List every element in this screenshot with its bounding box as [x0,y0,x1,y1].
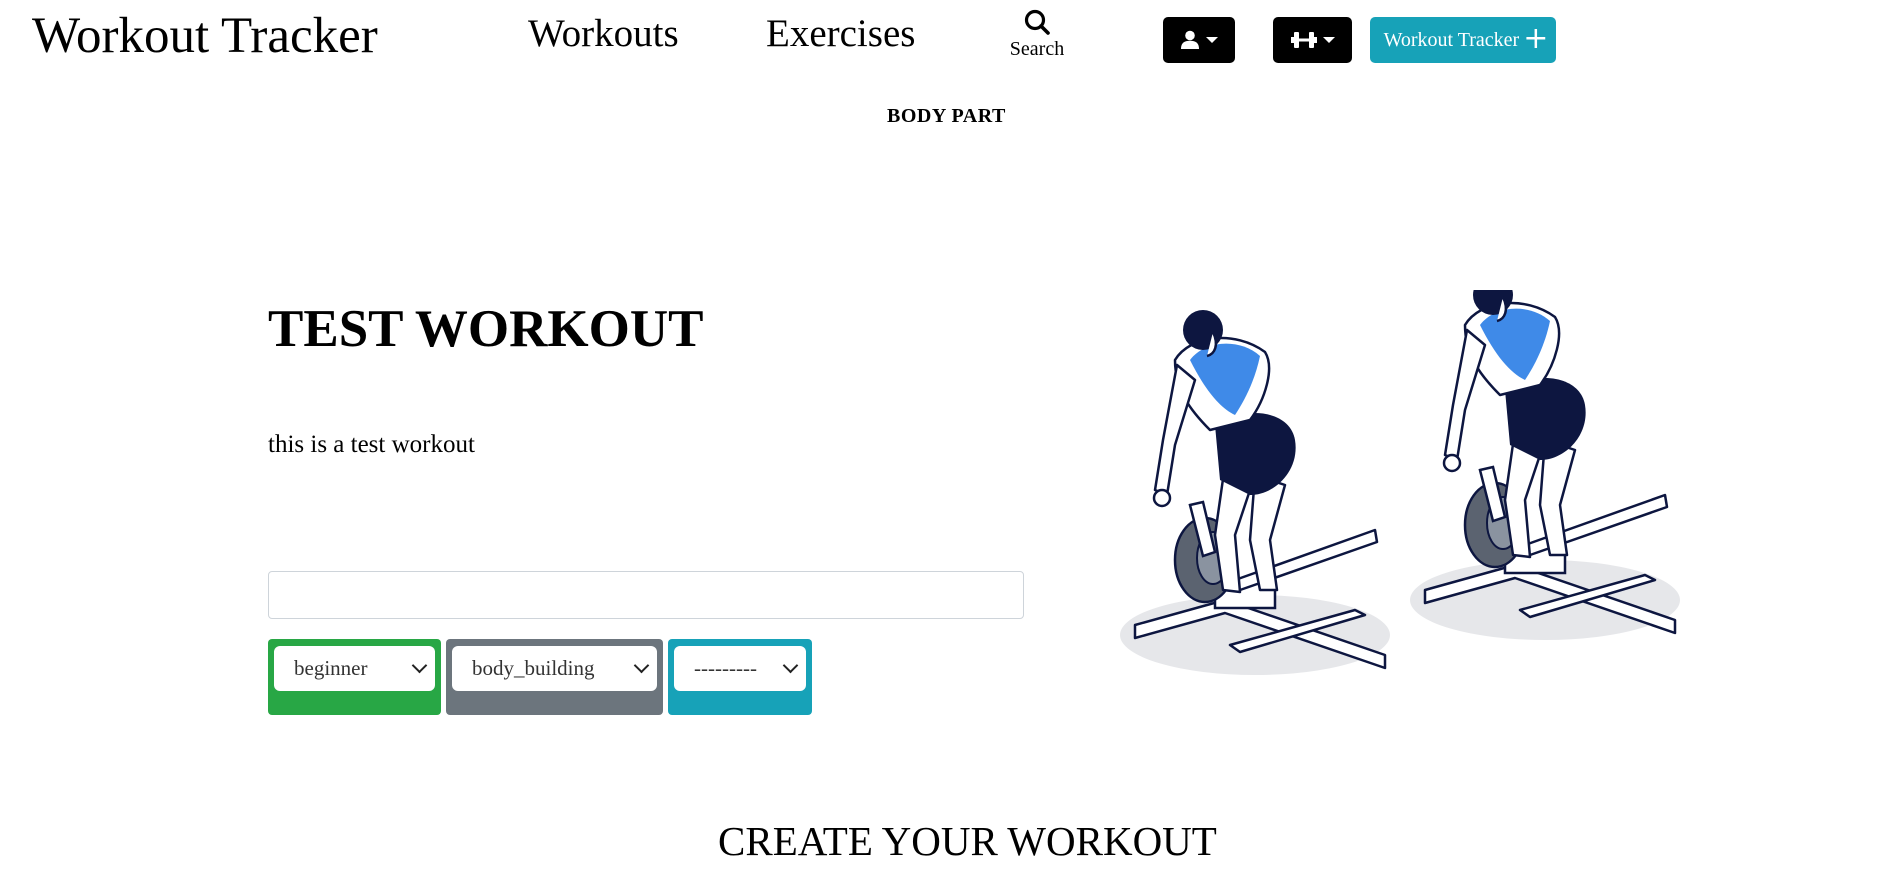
chevron-down-icon [633,657,650,674]
difficulty-select[interactable]: beginner [274,646,435,691]
difficulty-select-wrapper: beginner [268,639,441,715]
nav-link-workouts[interactable]: Workouts [528,10,679,58]
workout-name-input[interactable] [268,571,1024,619]
chevron-down-icon [1322,37,1335,43]
body-part-link[interactable]: BODY PART [887,105,1006,128]
nav-link-exercises[interactable]: Exercises [766,10,915,58]
type-select-wrapper: body_building [446,639,663,715]
dumbbell-icon [1290,32,1317,48]
body-part-select-wrapper: --------- [668,639,812,715]
plus-icon: + [1523,20,1549,56]
chevron-down-icon [411,657,428,674]
user-menu-button[interactable] [1163,17,1235,63]
type-select[interactable]: body_building [452,646,657,691]
user-icon [1181,30,1199,49]
chevron-down-icon [782,657,799,674]
exercise-figure-end [1408,290,1682,642]
search-icon [1024,9,1050,35]
search-label: Search [1009,38,1065,60]
add-workout-label: Workout Tracker [1383,28,1520,51]
body-part-select[interactable]: --------- [674,646,806,691]
create-workout-heading: CREATE YOUR WORKOUT [718,818,1217,864]
difficulty-select-value: beginner [294,656,368,680]
type-select-value: body_building [472,656,595,680]
workout-menu-button[interactable] [1273,17,1352,63]
body-part-select-value: --------- [694,656,757,680]
workout-description: this is a test workout [268,431,475,458]
add-workout-button[interactable]: Workout Tracker + [1370,17,1556,63]
brand-logo[interactable]: Workout Tracker [32,6,378,66]
exercise-illustration [1118,290,1682,677]
search-link[interactable]: Search [1002,8,1072,60]
chevron-down-icon [1206,37,1218,43]
workout-title: TEST WORKOUT [268,300,704,358]
exercise-figure-start [1118,308,1392,677]
